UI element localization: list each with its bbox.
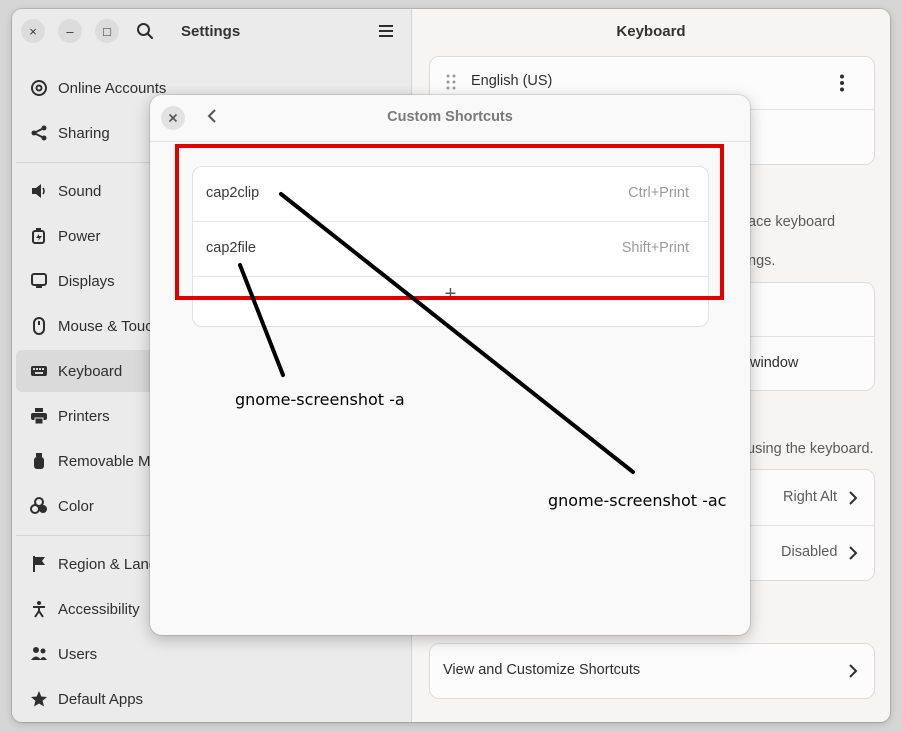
partial-text: ace keyboard [748, 214, 836, 230]
power-icon [30, 227, 48, 245]
shortcuts-list: cap2clip Ctrl+Print cap2file Shift+Print… [192, 166, 709, 327]
display-icon [30, 272, 48, 290]
plus-icon: + [444, 283, 457, 305]
search-button[interactable] [136, 22, 154, 45]
sidebar-item-label: Color [58, 498, 94, 515]
partial-text: ngs. [748, 253, 776, 269]
maximize-icon: □ [103, 23, 111, 39]
row-value: Disabled [781, 544, 838, 560]
star-icon [30, 690, 48, 708]
sidebar-item-label: Accessibility [58, 601, 140, 618]
annotation-label-a: gnome-screenshot -a [235, 390, 405, 409]
dialog-header: Custom Shortcuts [150, 95, 750, 142]
keyboard-icon [30, 362, 48, 380]
flag-icon [30, 555, 48, 573]
color-icon [30, 497, 48, 515]
main-menu-button[interactable] [378, 23, 394, 44]
chevron-right-icon [848, 545, 858, 566]
minimize-window-button[interactable]: – [58, 19, 82, 43]
sidebar-item-label: Users [58, 646, 98, 663]
sidebar-item-label: Sound [58, 183, 102, 200]
add-shortcut-button[interactable]: + [193, 283, 708, 306]
search-icon [137, 23, 154, 40]
sidebar-item-label: Keyboard [58, 363, 123, 380]
custom-shortcuts-dialog: Custom Shortcuts cap2clip Ctrl+Print cap… [150, 95, 750, 635]
shortcut-row[interactable]: cap2file Shift+Print [193, 222, 708, 277]
close-icon: × [29, 23, 37, 39]
printer-icon [30, 407, 48, 425]
partial-text: using the keyboard. [747, 441, 874, 457]
partial-text[interactable]: window [750, 355, 798, 371]
sidebar-item-users[interactable]: Users [16, 633, 406, 675]
drag-handle-icon[interactable] [446, 74, 456, 95]
sidebar-item-label: Displays [58, 273, 115, 290]
share-icon [30, 124, 48, 142]
settings-title: Settings [181, 23, 241, 40]
sidebar-item-label: Printers [58, 408, 110, 425]
row-value: Right Alt [783, 489, 837, 505]
shortcut-accelerator: Shift+Print [621, 240, 689, 256]
shortcut-name: cap2clip [206, 185, 260, 201]
shortcut-name: cap2file [206, 240, 256, 256]
at-icon [30, 79, 48, 97]
minimize-icon: – [66, 23, 74, 39]
more-options-icon[interactable] [839, 74, 845, 97]
mouse-icon [30, 317, 48, 335]
sidebar-item-label: Default Apps [58, 691, 144, 708]
shortcut-row[interactable]: cap2clip Ctrl+Print [193, 167, 708, 222]
hamburger-menu-icon [379, 25, 393, 37]
panel-title: Keyboard [616, 23, 686, 40]
accessibility-icon [30, 600, 48, 618]
view-shortcuts-label: View and Customize Shortcuts [443, 662, 641, 678]
chevron-right-icon [848, 490, 858, 511]
sidebar-item-label: Power [58, 228, 101, 245]
usb-drive-icon [30, 452, 48, 470]
shortcut-accelerator: Ctrl+Print [628, 185, 689, 201]
input-source-label: English (US) [471, 73, 553, 89]
chevron-right-icon [848, 663, 858, 684]
maximize-window-button[interactable]: □ [95, 19, 119, 43]
close-window-button[interactable]: × [21, 19, 45, 43]
speaker-icon [30, 182, 48, 200]
sidebar-header: × – □ Settings [12, 9, 411, 55]
dialog-title: Custom Shortcuts [387, 109, 513, 125]
sidebar-item-default-apps[interactable]: Default Apps [16, 678, 406, 720]
sidebar-item-label: Sharing [58, 125, 110, 142]
annotation-label-ac: gnome-screenshot -ac [548, 491, 727, 510]
view-customize-shortcuts-row[interactable]: View and Customize Shortcuts [429, 643, 875, 699]
users-icon [30, 645, 48, 663]
